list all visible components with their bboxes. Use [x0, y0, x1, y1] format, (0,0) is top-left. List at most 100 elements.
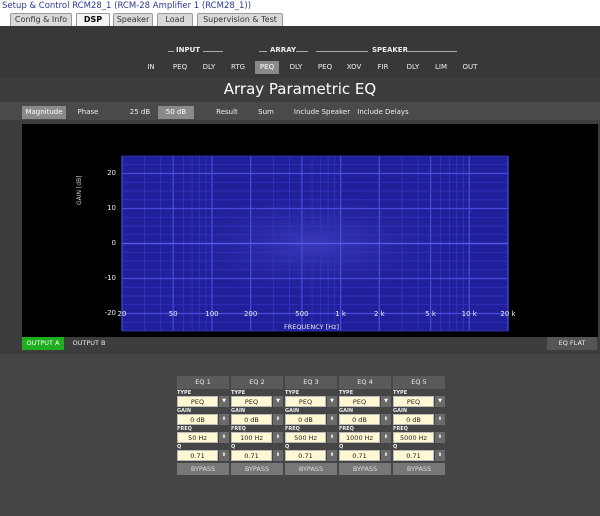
type-select[interactable]: PEQ	[285, 396, 326, 407]
dropdown-arrow-icon[interactable]: ▼	[327, 396, 337, 407]
type-select[interactable]: PEQ	[231, 396, 272, 407]
y-tick-label: 0	[111, 238, 116, 247]
q-field[interactable]: 0.71	[231, 450, 272, 461]
speaker-group-label: SPEAKER	[372, 46, 408, 54]
q-field[interactable]: 0.71	[177, 450, 218, 461]
freq-field[interactable]: 1000 Hz	[339, 432, 380, 443]
y-tick-label: 20	[107, 168, 116, 177]
nav-in[interactable]: IN	[143, 61, 159, 74]
nav-array-peq[interactable]: PEQ	[255, 61, 279, 74]
eq-band-header[interactable]: EQ 3	[285, 376, 337, 389]
eq-band-2: EQ 2 TYPE PEQ ▼ GAIN 0 dB ⬍ FREQ 100 Hz ⬍ Q…	[231, 376, 283, 475]
x-tick-label: 100	[205, 310, 219, 318]
eq-band-header[interactable]: EQ 4	[339, 376, 391, 389]
q-field[interactable]: 0.71	[339, 450, 380, 461]
spinner-icon[interactable]: ⬍	[327, 432, 337, 443]
tab-load[interactable]: Load	[157, 13, 193, 26]
nav-out[interactable]: OUT	[459, 61, 481, 74]
bypass-button[interactable]: BYPASS	[177, 463, 229, 475]
nav-input-peq[interactable]: PEQ	[170, 61, 190, 74]
gain-field[interactable]: 0 dB	[177, 414, 218, 425]
spinner-icon[interactable]: ⬍	[219, 432, 229, 443]
include-delays-button[interactable]: Include Delays	[355, 106, 411, 119]
spinner-icon[interactable]: ⬍	[435, 432, 445, 443]
speaker-group-line-right	[407, 51, 457, 52]
bypass-button[interactable]: BYPASS	[339, 463, 391, 475]
nav-fir[interactable]: FIR	[373, 61, 393, 74]
tab-supervision-test[interactable]: Supervision & Test	[197, 13, 283, 26]
eq-flat-button[interactable]: EQ FLAT	[547, 337, 597, 350]
main-tabs: Config & Info DSP Speaker Load Supervisi…	[0, 12, 600, 26]
array-group-line	[259, 51, 267, 52]
nav-array-dly[interactable]: DLY	[285, 61, 307, 74]
nav-lim[interactable]: LIM	[431, 61, 451, 74]
freq-field[interactable]: 500 Hz	[285, 432, 326, 443]
y-tick-label: -10	[104, 273, 116, 282]
include-speaker-button[interactable]: Include Speaker	[293, 106, 351, 119]
range-25db-button[interactable]: 25 dB	[124, 106, 156, 119]
spinner-icon[interactable]: ⬍	[273, 450, 283, 461]
freq-field[interactable]: 50 Hz	[177, 432, 218, 443]
y-tick-label: 10	[107, 203, 116, 212]
spinner-icon[interactable]: ⬍	[219, 414, 229, 425]
x-tick-label: 500	[295, 310, 309, 318]
dropdown-arrow-icon[interactable]: ▼	[381, 396, 391, 407]
spinner-icon[interactable]: ⬍	[435, 450, 445, 461]
eq-band-header[interactable]: EQ 1	[177, 376, 229, 389]
speaker-group-line	[316, 51, 368, 52]
nav-input-dly[interactable]: DLY	[199, 61, 219, 74]
eq-band-header[interactable]: EQ 2	[231, 376, 283, 389]
eq-graph[interactable]	[22, 124, 598, 337]
result-button[interactable]: Result	[212, 106, 242, 119]
spinner-icon[interactable]: ⬍	[381, 450, 391, 461]
q-field[interactable]: 0.71	[393, 450, 434, 461]
range-50db-button[interactable]: 50 dB	[158, 106, 194, 119]
spinner-icon[interactable]: ⬍	[273, 432, 283, 443]
nav-speaker-dly[interactable]: DLY	[402, 61, 424, 74]
eq-band-3: EQ 3 TYPE PEQ ▼ GAIN 0 dB ⬍ FREQ 500 Hz ⬍ Q…	[285, 376, 337, 475]
x-tick-label: 20	[117, 310, 127, 318]
output-b-button[interactable]: OUTPUT B	[68, 337, 110, 350]
q-field[interactable]: 0.71	[285, 450, 326, 461]
gain-field[interactable]: 0 dB	[231, 414, 272, 425]
magnitude-button[interactable]: Magnitude	[22, 106, 66, 119]
sum-button[interactable]: Sum	[253, 106, 279, 119]
gain-field[interactable]: 0 dB	[393, 414, 434, 425]
spinner-icon[interactable]: ⬍	[381, 432, 391, 443]
type-select[interactable]: PEQ	[393, 396, 434, 407]
phase-button[interactable]: Phase	[70, 106, 106, 119]
output-a-button[interactable]: OUTPUT A	[22, 337, 64, 350]
bypass-button[interactable]: BYPASS	[285, 463, 337, 475]
page-title: Array Parametric EQ	[223, 80, 377, 98]
dsp-subnav: INPUT ARRAY SPEAKER IN PEQ DLY RTG PEQ D…	[0, 26, 600, 78]
freq-field[interactable]: 5000 Hz	[393, 432, 434, 443]
nav-speaker-peq[interactable]: PEQ	[314, 61, 336, 74]
gain-field[interactable]: 0 dB	[339, 414, 380, 425]
eq-band-4: EQ 4 TYPE PEQ ▼ GAIN 0 dB ⬍ FREQ 1000 Hz ⬍ …	[339, 376, 391, 475]
dropdown-arrow-icon[interactable]: ▼	[273, 396, 283, 407]
dropdown-arrow-icon[interactable]: ▼	[219, 396, 229, 407]
freq-field[interactable]: 100 Hz	[231, 432, 272, 443]
gain-field[interactable]: 0 dB	[285, 414, 326, 425]
eq-band-header[interactable]: EQ 5	[393, 376, 445, 389]
nav-rtg[interactable]: RTG	[227, 61, 249, 74]
spinner-icon[interactable]: ⬍	[435, 414, 445, 425]
input-group-line-right	[203, 51, 223, 52]
spinner-icon[interactable]: ⬍	[327, 414, 337, 425]
bypass-button[interactable]: BYPASS	[393, 463, 445, 475]
tab-dsp[interactable]: DSP	[76, 13, 110, 26]
tab-speaker[interactable]: Speaker	[113, 13, 153, 26]
bypass-button[interactable]: BYPASS	[231, 463, 283, 475]
y-axis-label: GAIN [dB]	[76, 175, 83, 205]
tab-config-info[interactable]: Config & Info	[10, 13, 72, 26]
spinner-icon[interactable]: ⬍	[381, 414, 391, 425]
spinner-icon[interactable]: ⬍	[219, 450, 229, 461]
spinner-icon[interactable]: ⬍	[273, 414, 283, 425]
type-select[interactable]: PEQ	[177, 396, 218, 407]
spinner-icon[interactable]: ⬍	[327, 450, 337, 461]
type-select[interactable]: PEQ	[339, 396, 380, 407]
eq-band-5: EQ 5 TYPE PEQ ▼ GAIN 0 dB ⬍ FREQ 5000 Hz ⬍ …	[393, 376, 445, 475]
nav-xov[interactable]: XOV	[343, 61, 365, 74]
dropdown-arrow-icon[interactable]: ▼	[435, 396, 445, 407]
x-tick-label: 50	[168, 310, 178, 318]
